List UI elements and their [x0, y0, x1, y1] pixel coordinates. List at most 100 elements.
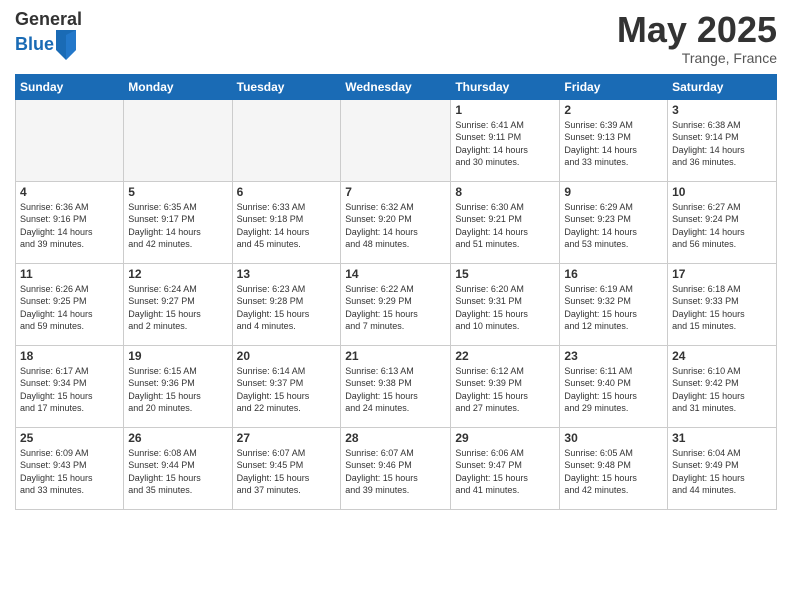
day-info: Sunrise: 6:19 AM Sunset: 9:32 PM Dayligh… [564, 283, 663, 333]
day-info: Sunrise: 6:08 AM Sunset: 9:44 PM Dayligh… [128, 447, 227, 497]
day-number: 8 [455, 185, 555, 199]
col-thursday: Thursday [451, 74, 560, 99]
day-info: Sunrise: 6:15 AM Sunset: 9:36 PM Dayligh… [128, 365, 227, 415]
table-row: 13 Sunrise: 6:23 AM Sunset: 9:28 PM Dayli… [232, 263, 341, 345]
col-friday: Friday [560, 74, 668, 99]
day-info: Sunrise: 6:14 AM Sunset: 9:37 PM Dayligh… [237, 365, 337, 415]
header: General Blue May 2025 Trange, France [15, 10, 777, 66]
table-row: 8 Sunrise: 6:30 AM Sunset: 9:21 PM Daylig… [451, 181, 560, 263]
col-saturday: Saturday [668, 74, 777, 99]
day-number: 16 [564, 267, 663, 281]
day-number: 30 [564, 431, 663, 445]
day-number: 2 [564, 103, 663, 117]
day-number: 26 [128, 431, 227, 445]
day-number: 19 [128, 349, 227, 363]
logo: General Blue [15, 10, 82, 60]
calendar-week-row: 25Sunrise: 6:09 AM Sunset: 9:43 PM Dayli… [16, 427, 777, 509]
day-info: Sunrise: 6:10 AM Sunset: 9:42 PM Dayligh… [672, 365, 772, 415]
day-number: 3 [672, 103, 772, 117]
table-row: 23Sunrise: 6:11 AM Sunset: 9:40 PM Dayli… [560, 345, 668, 427]
day-info: Sunrise: 6:41 AM Sunset: 9:11 PM Dayligh… [455, 119, 555, 169]
day-info: Sunrise: 6:07 AM Sunset: 9:45 PM Dayligh… [237, 447, 337, 497]
table-row: 5Sunrise: 6:35 AM Sunset: 9:17 PM Daylig… [124, 181, 232, 263]
table-row [16, 99, 124, 181]
day-number: 13 [237, 267, 337, 281]
calendar-week-row: 4 Sunrise: 6:36 AM Sunset: 9:16 PM Daylig… [16, 181, 777, 263]
table-row: 21 Sunrise: 6:13 AM Sunset: 9:38 PM Dayli… [341, 345, 451, 427]
day-info: Sunrise: 6:30 AM Sunset: 9:21 PM Dayligh… [455, 201, 555, 251]
logo-icon [56, 30, 76, 60]
day-number: 9 [564, 185, 663, 199]
day-number: 22 [455, 349, 555, 363]
table-row: 3 Sunrise: 6:38 AM Sunset: 9:14 PM Daylig… [668, 99, 777, 181]
table-row: 19 Sunrise: 6:15 AM Sunset: 9:36 PM Dayli… [124, 345, 232, 427]
day-info: Sunrise: 6:33 AM Sunset: 9:18 PM Dayligh… [237, 201, 337, 251]
col-monday: Monday [124, 74, 232, 99]
day-number: 28 [345, 431, 446, 445]
calendar-header-row: Sunday Monday Tuesday Wednesday Thursday… [16, 74, 777, 99]
calendar-week-row: 18Sunrise: 6:17 AM Sunset: 9:34 PM Dayli… [16, 345, 777, 427]
day-info: Sunrise: 6:22 AM Sunset: 9:29 PM Dayligh… [345, 283, 446, 333]
logo-blue: Blue [15, 35, 54, 55]
table-row: 14 Sunrise: 6:22 AM Sunset: 9:29 PM Dayli… [341, 263, 451, 345]
day-number: 23 [564, 349, 663, 363]
table-row: 11Sunrise: 6:26 AM Sunset: 9:25 PM Dayli… [16, 263, 124, 345]
day-number: 15 [455, 267, 555, 281]
table-row: 15Sunrise: 6:20 AM Sunset: 9:31 PM Dayli… [451, 263, 560, 345]
day-number: 1 [455, 103, 555, 117]
day-number: 4 [20, 185, 119, 199]
location: Trange, France [617, 50, 777, 66]
table-row: 16 Sunrise: 6:19 AM Sunset: 9:32 PM Dayli… [560, 263, 668, 345]
calendar-week-row: 11Sunrise: 6:26 AM Sunset: 9:25 PM Dayli… [16, 263, 777, 345]
month-title: May 2025 [617, 10, 777, 50]
day-info: Sunrise: 6:23 AM Sunset: 9:28 PM Dayligh… [237, 283, 337, 333]
day-number: 12 [128, 267, 227, 281]
table-row: 7Sunrise: 6:32 AM Sunset: 9:20 PM Daylig… [341, 181, 451, 263]
col-tuesday: Tuesday [232, 74, 341, 99]
table-row: 4 Sunrise: 6:36 AM Sunset: 9:16 PM Daylig… [16, 181, 124, 263]
col-sunday: Sunday [16, 74, 124, 99]
col-wednesday: Wednesday [341, 74, 451, 99]
table-row: 26 Sunrise: 6:08 AM Sunset: 9:44 PM Dayli… [124, 427, 232, 509]
day-number: 20 [237, 349, 337, 363]
day-number: 31 [672, 431, 772, 445]
table-row: 18Sunrise: 6:17 AM Sunset: 9:34 PM Dayli… [16, 345, 124, 427]
day-info: Sunrise: 6:38 AM Sunset: 9:14 PM Dayligh… [672, 119, 772, 169]
day-info: Sunrise: 6:24 AM Sunset: 9:27 PM Dayligh… [128, 283, 227, 333]
table-row: 10Sunrise: 6:27 AM Sunset: 9:24 PM Dayli… [668, 181, 777, 263]
table-row: 6Sunrise: 6:33 AM Sunset: 9:18 PM Daylig… [232, 181, 341, 263]
table-row: 9 Sunrise: 6:29 AM Sunset: 9:23 PM Daylig… [560, 181, 668, 263]
table-row: 31 Sunrise: 6:04 AM Sunset: 9:49 PM Dayli… [668, 427, 777, 509]
day-info: Sunrise: 6:07 AM Sunset: 9:46 PM Dayligh… [345, 447, 446, 497]
calendar-week-row: 1 Sunrise: 6:41 AM Sunset: 9:11 PM Daylig… [16, 99, 777, 181]
day-number: 11 [20, 267, 119, 281]
logo-general: General [15, 10, 82, 30]
table-row: 29Sunrise: 6:06 AM Sunset: 9:47 PM Dayli… [451, 427, 560, 509]
day-info: Sunrise: 6:12 AM Sunset: 9:39 PM Dayligh… [455, 365, 555, 415]
day-info: Sunrise: 6:36 AM Sunset: 9:16 PM Dayligh… [20, 201, 119, 251]
calendar-table: Sunday Monday Tuesday Wednesday Thursday… [15, 74, 777, 510]
day-number: 24 [672, 349, 772, 363]
table-row: 12 Sunrise: 6:24 AM Sunset: 9:27 PM Dayli… [124, 263, 232, 345]
day-info: Sunrise: 6:18 AM Sunset: 9:33 PM Dayligh… [672, 283, 772, 333]
day-info: Sunrise: 6:29 AM Sunset: 9:23 PM Dayligh… [564, 201, 663, 251]
table-row: 2 Sunrise: 6:39 AM Sunset: 9:13 PM Daylig… [560, 99, 668, 181]
page: General Blue May 2025 Trange, France Sun… [0, 0, 792, 612]
day-number: 27 [237, 431, 337, 445]
table-row: 24 Sunrise: 6:10 AM Sunset: 9:42 PM Dayli… [668, 345, 777, 427]
day-info: Sunrise: 6:27 AM Sunset: 9:24 PM Dayligh… [672, 201, 772, 251]
day-info: Sunrise: 6:39 AM Sunset: 9:13 PM Dayligh… [564, 119, 663, 169]
logo-text: General Blue [15, 10, 82, 60]
day-number: 7 [345, 185, 446, 199]
table-row: 25Sunrise: 6:09 AM Sunset: 9:43 PM Dayli… [16, 427, 124, 509]
table-row: 27 Sunrise: 6:07 AM Sunset: 9:45 PM Dayli… [232, 427, 341, 509]
day-info: Sunrise: 6:09 AM Sunset: 9:43 PM Dayligh… [20, 447, 119, 497]
table-row [232, 99, 341, 181]
day-number: 14 [345, 267, 446, 281]
table-row: 30Sunrise: 6:05 AM Sunset: 9:48 PM Dayli… [560, 427, 668, 509]
title-block: May 2025 Trange, France [617, 10, 777, 66]
day-number: 21 [345, 349, 446, 363]
day-info: Sunrise: 6:04 AM Sunset: 9:49 PM Dayligh… [672, 447, 772, 497]
day-info: Sunrise: 6:13 AM Sunset: 9:38 PM Dayligh… [345, 365, 446, 415]
day-info: Sunrise: 6:06 AM Sunset: 9:47 PM Dayligh… [455, 447, 555, 497]
